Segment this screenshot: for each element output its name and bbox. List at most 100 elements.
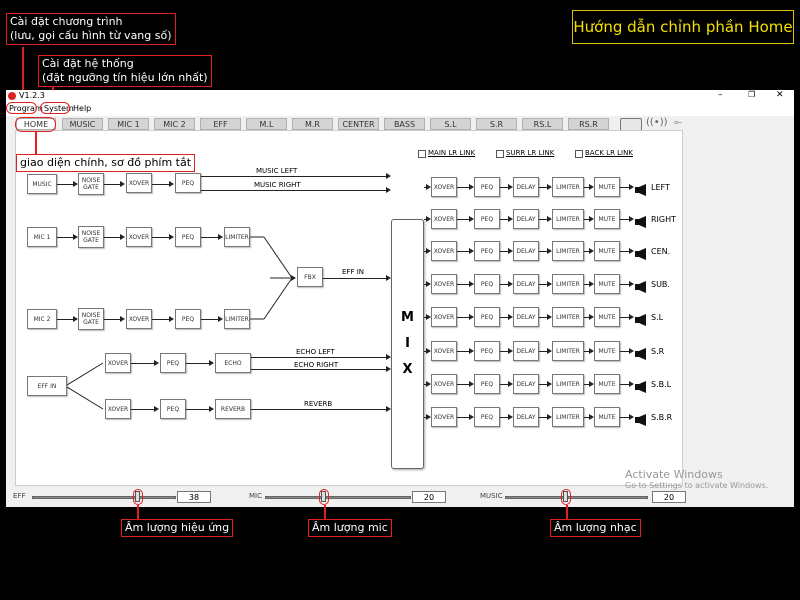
speaker-icon bbox=[635, 213, 647, 228]
output-6-delay-block[interactable]: DELAY bbox=[513, 374, 539, 394]
output-5-limiter-block[interactable]: LIMITER bbox=[552, 341, 584, 361]
volume-slider-bar: EFF 38 MIC 20 MUSIC 20 bbox=[6, 488, 794, 507]
fbx-block[interactable]: FBX bbox=[297, 267, 323, 287]
mic2-xover-block[interactable]: XOVER bbox=[126, 309, 152, 329]
output-4-limiter-block[interactable]: LIMITER bbox=[552, 307, 584, 327]
output-0-delay-block[interactable]: DELAY bbox=[513, 177, 539, 197]
output-7-peq-block[interactable]: PEQ bbox=[474, 407, 500, 427]
mic1-source-block[interactable]: MIC 1 bbox=[27, 227, 57, 247]
eff-peq1-block[interactable]: PEQ bbox=[160, 353, 186, 373]
output-5-mute-block[interactable]: MUTE bbox=[594, 341, 620, 361]
output-7-mute-block[interactable]: MUTE bbox=[594, 407, 620, 427]
output-0-peq-block[interactable]: PEQ bbox=[474, 177, 500, 197]
close-icon[interactable]: ✕ bbox=[776, 90, 784, 100]
output-4-mute-block[interactable]: MUTE bbox=[594, 307, 620, 327]
menu-help[interactable]: Help bbox=[73, 104, 91, 113]
eff-volume-value[interactable]: 38 bbox=[177, 491, 211, 503]
speaker-icon bbox=[635, 411, 647, 426]
output-2-peq-block[interactable]: PEQ bbox=[474, 241, 500, 261]
music-volume-value[interactable]: 20 bbox=[652, 491, 686, 503]
eff-xover2-block[interactable]: XOVER bbox=[105, 399, 131, 419]
program-annotation: Cài đặt chương trình (lưu, gọi cấu hình … bbox=[6, 13, 176, 45]
eff-xover1-block[interactable]: XOVER bbox=[105, 353, 131, 373]
output-6-peq-block[interactable]: PEQ bbox=[474, 374, 500, 394]
tab-center[interactable]: CENTER bbox=[338, 118, 379, 130]
mic-volume-value[interactable]: 20 bbox=[412, 491, 446, 503]
output-1-delay-block[interactable]: DELAY bbox=[513, 209, 539, 229]
app-window: V1.2.3 – ❐ ✕ Program System Help HOME MU… bbox=[6, 90, 794, 507]
output-0-mute-block[interactable]: MUTE bbox=[594, 177, 620, 197]
tab-mic2[interactable]: MIC 2 bbox=[154, 118, 195, 130]
output-4-xover-block[interactable]: XOVER bbox=[431, 307, 457, 327]
eff-echo-block[interactable]: ECHO bbox=[215, 353, 251, 373]
tab-mr[interactable]: M.R bbox=[292, 118, 333, 130]
app-logo-icon bbox=[8, 92, 16, 100]
output-5-peq-block[interactable]: PEQ bbox=[474, 341, 500, 361]
output-5-xover-block[interactable]: XOVER bbox=[431, 341, 457, 361]
surr-lr-link-checkbox[interactable] bbox=[496, 150, 504, 158]
speaker-icon bbox=[635, 245, 647, 260]
usb-icon[interactable]: ⟜ bbox=[674, 117, 682, 128]
output-6-mute-block[interactable]: MUTE bbox=[594, 374, 620, 394]
tab-bass[interactable]: BASS bbox=[384, 118, 425, 130]
eff-peq2-block[interactable]: PEQ bbox=[160, 399, 186, 419]
output-7-xover-block[interactable]: XOVER bbox=[431, 407, 457, 427]
music-xover-block[interactable]: XOVER bbox=[126, 173, 152, 193]
eff-in-source-block[interactable]: EFF IN bbox=[27, 376, 67, 396]
mic1-xover-block[interactable]: XOVER bbox=[126, 227, 152, 247]
tab-rsl[interactable]: RS.L bbox=[522, 118, 563, 130]
main-lr-link-checkbox[interactable] bbox=[418, 150, 426, 158]
mic2-noise-gate-block[interactable]: NOISE GATE bbox=[78, 308, 104, 330]
watermark-title: Activate Windows bbox=[625, 468, 723, 481]
output-2-mute-block[interactable]: MUTE bbox=[594, 241, 620, 261]
mic2-source-block[interactable]: MIC 2 bbox=[27, 309, 57, 329]
tab-ml[interactable]: M.L bbox=[246, 118, 287, 130]
output-2-delay-block[interactable]: DELAY bbox=[513, 241, 539, 261]
wireless-icon[interactable]: ((•)) bbox=[646, 117, 668, 128]
music-noise-gate-block[interactable]: NOISE GATE bbox=[78, 173, 104, 195]
menu-bar: Program System Help bbox=[6, 103, 794, 116]
back-lr-link-checkbox[interactable] bbox=[575, 150, 583, 158]
eff-reverb-block[interactable]: REVERB bbox=[215, 399, 251, 419]
mic-slider-track[interactable] bbox=[265, 496, 411, 499]
output-4-delay-block[interactable]: DELAY bbox=[513, 307, 539, 327]
mic2-limiter-block[interactable]: LIMITER bbox=[224, 309, 250, 329]
output-5-delay-block[interactable]: DELAY bbox=[513, 341, 539, 361]
mic1-peq-block[interactable]: PEQ bbox=[175, 227, 201, 247]
tab-sr[interactable]: S.R bbox=[476, 118, 517, 130]
output-1-peq-block[interactable]: PEQ bbox=[474, 209, 500, 229]
music-source-block[interactable]: MUSIC bbox=[27, 174, 57, 194]
maximize-icon[interactable]: ❐ bbox=[748, 90, 755, 99]
music-peq-block[interactable]: PEQ bbox=[175, 173, 201, 193]
mic1-limiter-block[interactable]: LIMITER bbox=[224, 227, 250, 247]
output-0-limiter-block[interactable]: LIMITER bbox=[552, 177, 584, 197]
output-3-xover-block[interactable]: XOVER bbox=[431, 274, 457, 294]
output-2-xover-block[interactable]: XOVER bbox=[431, 241, 457, 261]
output-6-limiter-block[interactable]: LIMITER bbox=[552, 374, 584, 394]
output-7-delay-block[interactable]: DELAY bbox=[513, 407, 539, 427]
tab-sl[interactable]: S.L bbox=[430, 118, 471, 130]
eff-slider-track[interactable] bbox=[32, 496, 176, 499]
output-0-xover-block[interactable]: XOVER bbox=[431, 177, 457, 197]
output-1-mute-block[interactable]: MUTE bbox=[594, 209, 620, 229]
output-1-limiter-block[interactable]: LIMITER bbox=[552, 209, 584, 229]
output-2-limiter-block[interactable]: LIMITER bbox=[552, 241, 584, 261]
output-1-xover-block[interactable]: XOVER bbox=[431, 209, 457, 229]
mix-matrix-block[interactable]: M I X bbox=[391, 219, 424, 469]
minimize-icon[interactable]: – bbox=[718, 90, 723, 100]
output-4-peq-block[interactable]: PEQ bbox=[474, 307, 500, 327]
mic1-noise-gate-block[interactable]: NOISE GATE bbox=[78, 226, 104, 248]
guide-title: Hướng dẫn chỉnh phần Home bbox=[572, 10, 794, 44]
output-3-limiter-block[interactable]: LIMITER bbox=[552, 274, 584, 294]
tab-mic1[interactable]: MIC 1 bbox=[108, 118, 149, 130]
tab-rsr[interactable]: RS.R bbox=[568, 118, 609, 130]
tab-music[interactable]: MUSIC bbox=[62, 118, 103, 130]
mic2-peq-block[interactable]: PEQ bbox=[175, 309, 201, 329]
output-3-peq-block[interactable]: PEQ bbox=[474, 274, 500, 294]
output-6-xover-block[interactable]: XOVER bbox=[431, 374, 457, 394]
output-3-delay-block[interactable]: DELAY bbox=[513, 274, 539, 294]
music-slider-track[interactable] bbox=[505, 496, 648, 499]
tab-eff[interactable]: EFF bbox=[200, 118, 241, 130]
output-7-limiter-block[interactable]: LIMITER bbox=[552, 407, 584, 427]
output-3-mute-block[interactable]: MUTE bbox=[594, 274, 620, 294]
